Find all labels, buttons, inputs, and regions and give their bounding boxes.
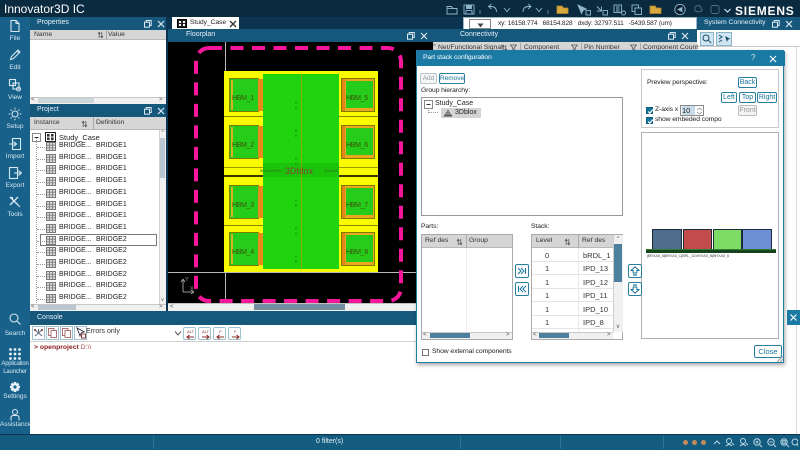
svg-text:Y: Y bbox=[185, 277, 189, 283]
svg-text:X: X bbox=[190, 286, 194, 292]
